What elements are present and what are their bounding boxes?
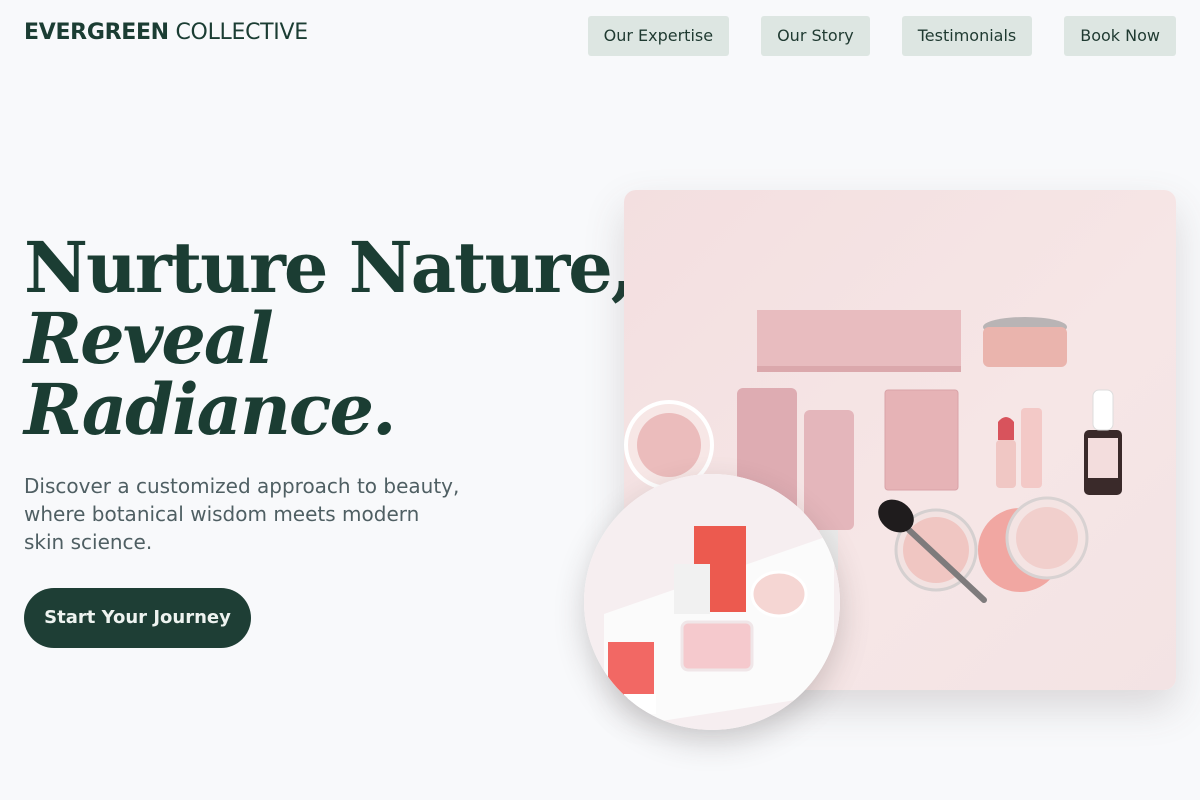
box-shadow-edge [757, 366, 961, 372]
hero-subtitle: Discover a customized approach to beauty… [24, 474, 460, 554]
nav-our-story[interactable]: Our Story [761, 16, 870, 56]
logo-light-text: COLLECTIVE [175, 20, 309, 45]
lipstick-1 [996, 440, 1016, 488]
sachet [884, 389, 959, 491]
hero-title-line1: Nurture Nature, [24, 226, 635, 309]
red-sachet [608, 642, 654, 698]
beauty-box-inset-image [584, 474, 840, 730]
jar [750, 570, 808, 618]
left-jar-label [637, 413, 701, 477]
logo-bold-text: EVERGREEN [24, 20, 169, 45]
nav-testimonials[interactable]: Testimonials [901, 16, 1033, 56]
lipstick-2 [1021, 408, 1042, 488]
main-nav: Our Expertise Our Story Testimonials Boo… [587, 16, 1176, 56]
hero-title-line3: Radiance. [24, 368, 396, 451]
dropper-label [1088, 438, 1118, 478]
jar-body [983, 327, 1067, 367]
product-long-box [757, 310, 961, 372]
dropper-cap [1092, 389, 1114, 431]
tube-small [804, 410, 854, 530]
nav-our-expertise[interactable]: Our Expertise [587, 16, 730, 56]
hero-title: Nurture Nature, Reveal Radiance. [24, 226, 635, 451]
site-header: EVERGREEN COLLECTIVE Our Expertise Our S… [0, 0, 1200, 72]
hero-title-line2: Reveal [24, 297, 274, 380]
brand-logo[interactable]: EVERGREEN COLLECTIVE [24, 20, 308, 45]
lipstick-1-bullet [998, 417, 1014, 440]
white-tube [674, 564, 710, 614]
compact-3-label [1016, 507, 1078, 569]
beauty-box-illustration [584, 474, 840, 730]
perfume-bottle [680, 620, 754, 672]
nav-book-now[interactable]: Book Now [1064, 16, 1176, 56]
start-journey-button[interactable]: Start Your Journey [24, 588, 251, 648]
white-card [624, 694, 656, 714]
